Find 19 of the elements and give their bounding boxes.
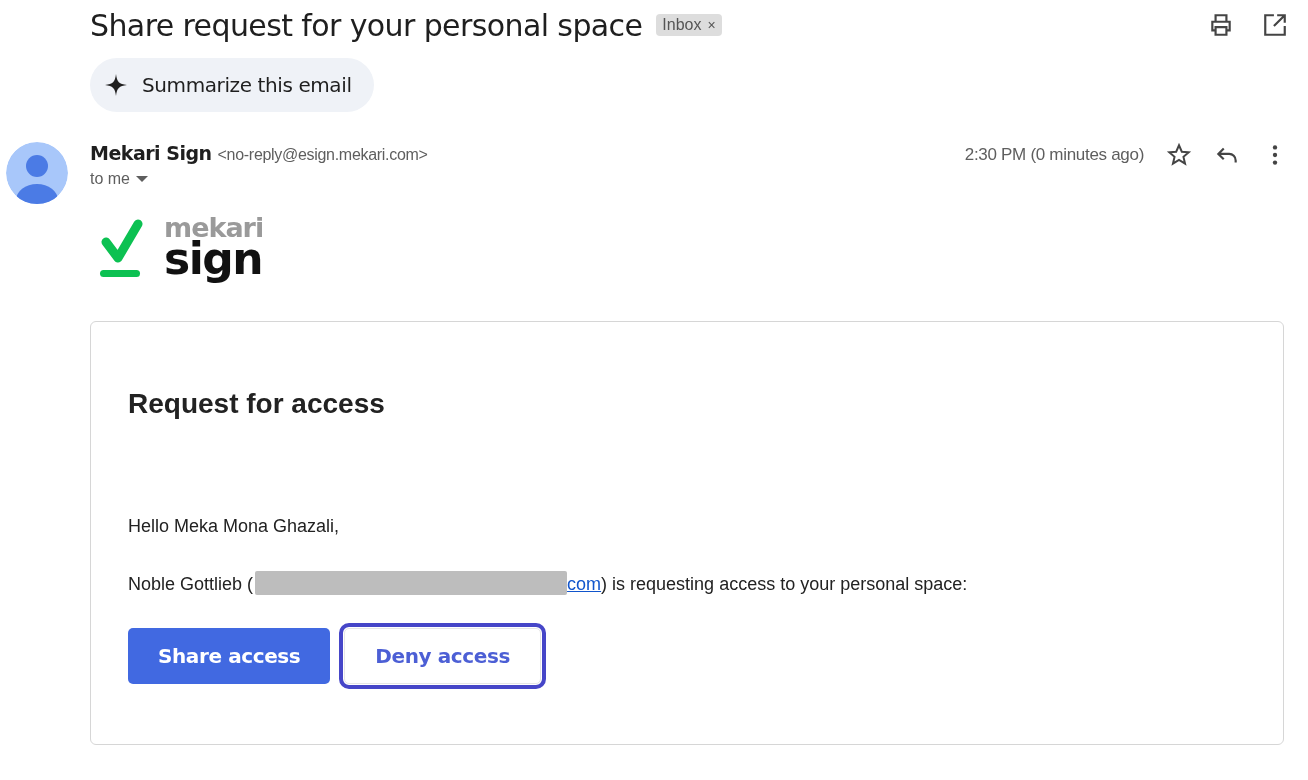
email-link[interactable]: com xyxy=(567,574,602,594)
star-icon[interactable] xyxy=(1166,142,1192,168)
caret-icon xyxy=(136,175,148,183)
greeting-text: Hello Meka Mona Ghazali, xyxy=(128,516,341,537)
open-in-new-window-icon[interactable] xyxy=(1262,12,1288,38)
recipient-dropdown[interactable]: to me xyxy=(90,170,148,188)
sender-name: Mekari Sign xyxy=(90,142,212,164)
email-subject: Share request for your personal space xyxy=(90,7,643,43)
summarize-button[interactable]: Summarize this email xyxy=(90,58,374,112)
share-access-button[interactable]: Share access xyxy=(128,628,331,684)
avatar-icon xyxy=(6,142,68,204)
inbox-label: Inbox × xyxy=(656,14,722,36)
sender-email: <no-reply@esign.mekari.com> xyxy=(217,146,428,164)
remove-label-button[interactable]: × xyxy=(707,17,716,33)
print-icon[interactable] xyxy=(1208,12,1234,38)
sparkle-icon xyxy=(104,73,128,97)
request-text: Noble Gottlieb ( com) is requesting access to your personal space: xyxy=(128,571,1246,595)
card-heading: Request for access xyxy=(128,388,386,420)
email-time: 2:30 PM (0 minutes ago) xyxy=(964,145,1144,165)
